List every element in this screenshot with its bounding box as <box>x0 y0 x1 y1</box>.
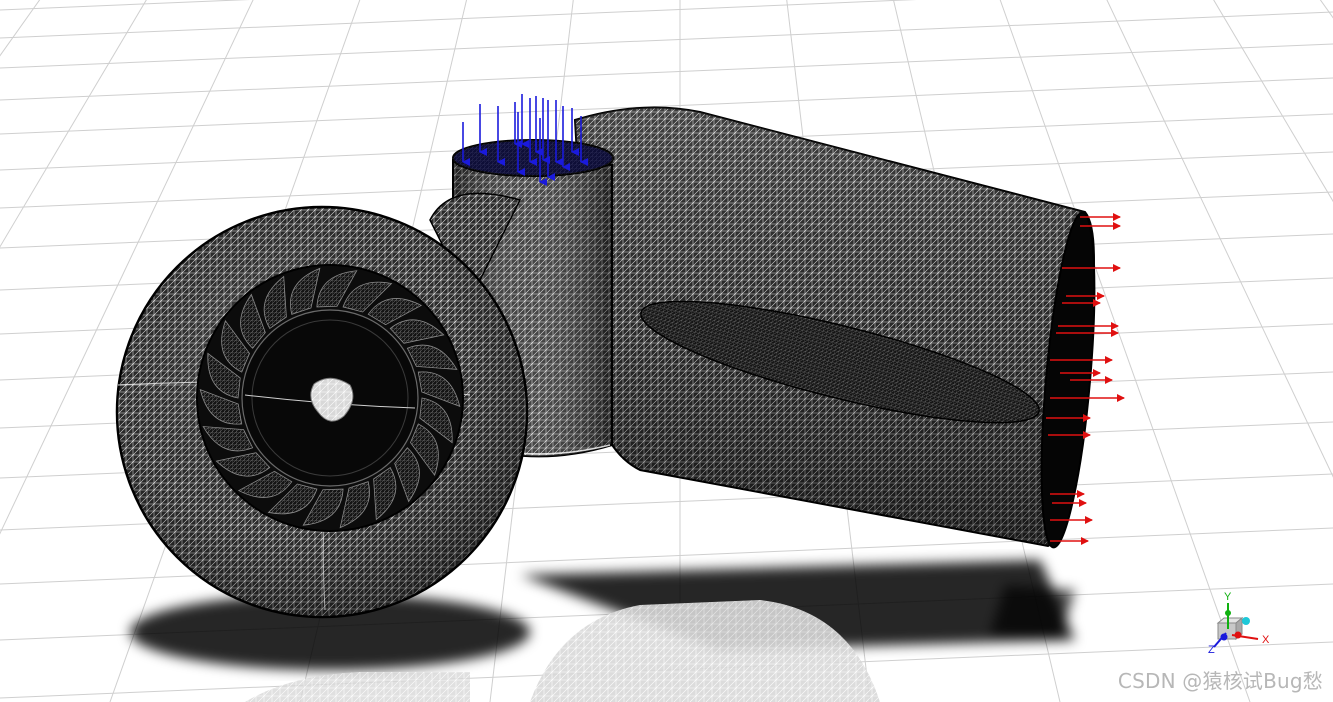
draft-tube[interactable] <box>573 106 1105 550</box>
3d-viewport[interactable]: X Y Z CSDN @猿核试Bug愁 <box>0 0 1333 702</box>
runner[interactable] <box>196 264 464 532</box>
triad-y-label: Y <box>1224 591 1232 603</box>
csdn-watermark: CSDN @猿核试Bug愁 <box>1117 669 1323 693</box>
triad-x-label: X <box>1262 634 1270 646</box>
grid-line <box>0 0 41 57</box>
scene-canvas[interactable]: X Y Z <box>0 0 1333 702</box>
grid-line <box>0 11 1333 69</box>
grid-line <box>0 0 251 11</box>
grid-line <box>1213 0 1333 203</box>
grid-line <box>0 0 917 39</box>
triad-z-label: Z <box>1208 644 1215 656</box>
grid-line <box>1319 0 1333 19</box>
grid-line <box>0 43 1333 101</box>
